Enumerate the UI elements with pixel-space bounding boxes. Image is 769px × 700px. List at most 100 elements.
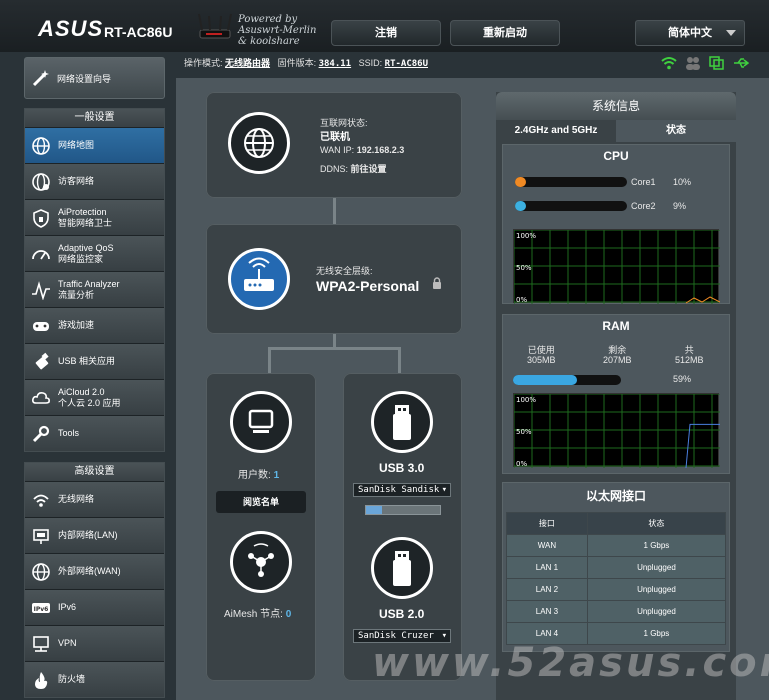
powered-line: Powered by [238,14,298,25]
sidebar-item-5[interactable]: Traffic Analyzer 流量分析 [25,271,164,307]
sidebar-item-line2: 网络监控家 [58,253,104,264]
quick-setup-label: 网络设置向导 [57,74,112,84]
shield-icon [33,209,49,228]
sidebar-item-1[interactable]: 无线网络 [25,481,164,517]
sidebar-item-9[interactable]: Tools [25,415,164,451]
router-security-box[interactable]: 无线安全层级: WPA2-Personal [206,224,462,334]
sidebar-item-label: 游戏加速 [58,320,94,331]
sidebar-item-line1: 无线网络 [58,494,95,504]
usb-icon[interactable] [733,56,749,70]
ram-free-label: 剩余 [608,345,627,355]
sidebar-item-label: 外部网络(WAN) [58,566,121,577]
sidebar-item-line1: Traffic Analyzer [58,278,120,289]
sidebar-item-8[interactable]: AiCloud 2.0 个人云 2.0 应用 [25,379,164,415]
ram-total: 共 512MB [675,345,704,365]
graph-axis-label: 100% [516,396,536,404]
fw-label: 固件版本: [277,58,317,68]
sidebar-item-line2: 个人云 2.0 应用 [58,397,121,408]
sidebar-item-line1: 外部网络(WAN) [58,566,121,576]
watermark: www.52asus.com [372,640,769,686]
language-value: 简体中文 [668,27,712,39]
eth-port: LAN 3 [506,600,588,623]
advanced-settings-group: 高级设置 无线网络内部网络(LAN) 外部网络(WAN) IPv6 IPv6 VPN 防火… [24,462,165,698]
fw-link[interactable]: 384.11 [319,59,352,69]
view-list-button[interactable]: 阅览名单 [216,491,306,513]
eth-port: LAN 2 [506,578,588,601]
sidebar-item-line2: 智能网络卫士 [58,217,113,228]
powered-by-text: Powered by Asuswrt-Merlin & koolshare [238,14,316,47]
chevron-down-icon [726,30,736,36]
ddns-link[interactable]: 前往设置 [351,164,387,174]
ram-free-value: 207MB [603,355,632,365]
sidebar-item-6[interactable]: 游戏加速 [25,307,164,343]
copy-icon[interactable] [709,56,725,70]
wan-ip-title: WAN IP: [320,145,355,155]
status-bar: 操作模式: 无线路由器 固件版本: 384.11 SSID: RT-AC86U [176,52,769,78]
connector-line [333,334,336,348]
eth-port: WAN [506,534,588,557]
sidebar-item-label: Adaptive QoS 网络监控家 [58,243,114,265]
ram-bar [513,375,621,385]
clients-count: 1 [273,470,280,481]
sidebar-item-label: VPN [58,638,77,649]
sidebar-item-4[interactable]: Adaptive QoS 网络监控家 [25,235,164,271]
globe-icon [228,112,290,174]
sidebar-item-line1: 网络地图 [58,140,95,150]
aimesh-icon[interactable] [230,531,292,593]
ssid-link[interactable]: RT-AC86U [385,59,428,69]
core-usage-fill [515,177,527,187]
chevron-down-icon: ▾ [441,485,447,495]
wifi-icon[interactable] [661,56,677,70]
usb-drive-icon[interactable] [371,537,433,599]
core-usage-fill [515,201,527,211]
connector-line [268,347,400,350]
guest-network-icon [32,173,50,191]
graph-axis-label: 0% [516,296,527,304]
mode-link[interactable]: 无线路由器 [225,59,270,69]
language-select[interactable]: 简体中文 [635,20,745,46]
internet-status-box[interactable]: 互联网状态: 已联机 WAN IP: 192.168.2.3 DDNS: 前往设… [206,92,462,198]
connector-line [398,347,401,373]
wrench-icon [32,425,50,443]
advanced-settings-title: 高级设置 [25,463,164,481]
sidebar-item-7[interactable]: USB 相关应用 [25,343,164,379]
general-settings-title: 一般设置 [25,109,164,127]
ram-bar-fill [513,375,577,385]
clients-label: 用户数: [238,470,271,481]
sidebar-item-3[interactable]: 外部网络(WAN) [25,553,164,589]
logout-button[interactable]: 注销 [331,20,441,46]
usb-drive-icon[interactable] [371,391,433,453]
sidebar-item-6[interactable]: 防火墙 [25,661,164,697]
wand-icon [32,70,49,87]
wireless-security-value: WPA2-Personal [316,278,420,294]
monitor-icon[interactable] [230,391,292,453]
connector-line [333,198,336,224]
ethernet-table: 接口 状态 WAN 1 Gbps LAN 1 Unplugged LAN 2 Unplugg… [506,512,727,645]
sidebar-item-label: 无线网络 [58,494,94,505]
quick-setup-button[interactable]: 网络设置向导 [24,57,165,99]
aimesh-row: AiMesh 节点: 0 [224,605,291,620]
reboot-button[interactable]: 重新启动 [450,20,560,46]
sidebar-item-2[interactable]: 访客网络 [25,163,164,199]
usb3-usage-bar [365,505,441,515]
sidebar-item-1[interactable]: 网络地图 [25,127,164,163]
ddns-label: DDNS: [320,164,349,174]
sidebar-item-3[interactable]: AiProtection 智能网络卫士 [25,199,164,235]
tab-status[interactable]: 状态 [616,120,736,142]
usb3-device-select[interactable]: SanDisk Sandisk ▾ [353,483,451,497]
sidebar-item-5[interactable]: VPN [25,625,164,661]
sidebar-item-2[interactable]: 内部网络(LAN) [25,517,164,553]
lan-icon [33,529,49,544]
table-row: WAN 1 Gbps [506,534,727,557]
sidebar-item-line1: 防火墙 [58,674,86,684]
table-row: LAN 3 Unplugged [506,600,727,623]
sidebar-item-label: 内部网络(LAN) [58,530,118,541]
model-name: RT-AC86U [104,24,173,40]
aimesh-label: AiMesh 节点: [224,609,283,620]
sidebar-item-4[interactable]: IPv6 IPv6 [25,589,164,625]
clients-icon[interactable] [685,56,701,70]
sidebar-item-line1: Tools [58,428,80,438]
ram-line [685,423,720,469]
ddns-row: DDNS: 前往设置 [320,162,387,175]
tab-wireless[interactable]: 2.4GHz and 5GHz [496,120,616,142]
